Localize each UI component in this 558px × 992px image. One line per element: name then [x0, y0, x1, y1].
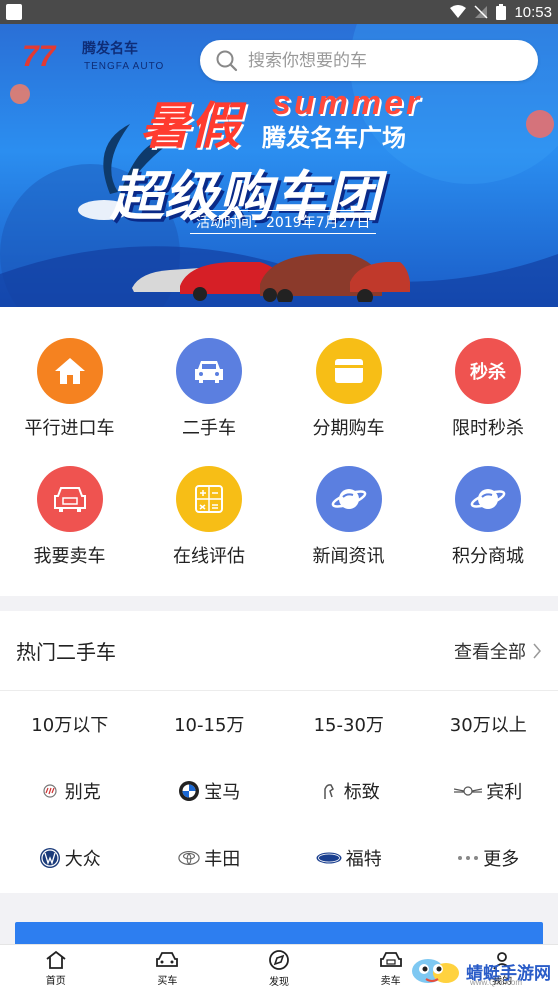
price-range-row: 10万以下 10-15万 15-30万 30万以上	[0, 691, 558, 757]
brand-toyota[interactable]: 丰田	[140, 825, 280, 891]
brand-more[interactable]: 更多	[419, 825, 558, 891]
tab-discover[interactable]: 发现	[223, 945, 335, 992]
category-installment[interactable]: 分期购车	[279, 338, 418, 440]
discover-icon	[269, 950, 289, 970]
section-title: 热门二手车	[16, 640, 116, 664]
car-icon	[176, 338, 242, 404]
brand-label: 宾利	[486, 782, 523, 803]
category-label: 限时秒杀	[452, 418, 524, 439]
sell-tab-icon	[379, 952, 402, 967]
notification-icon	[6, 4, 22, 20]
category-label: 积分商城	[452, 546, 524, 567]
volkswagen-logo-icon	[39, 847, 61, 869]
brand-ford[interactable]: 福特	[279, 825, 419, 891]
brand-row: 别克 宝马 标致 宾利	[0, 758, 558, 824]
brand-label: 丰田	[204, 849, 241, 870]
category-news[interactable]: 新闻资讯	[279, 466, 418, 568]
more-dots-icon	[457, 847, 479, 869]
brand-logo-sub: TENGFA AUTO	[84, 61, 165, 72]
card-icon	[315, 338, 382, 404]
brand-logo-name: 腾发名车	[82, 41, 138, 57]
brand-label: 宝马	[204, 782, 241, 803]
price-range-item[interactable]: 15-30万	[279, 691, 419, 757]
category-label: 二手车	[182, 418, 236, 439]
banner-headline: 暑假	[140, 97, 240, 155]
dragonfly-logo-icon	[412, 959, 459, 983]
peugeot-logo-icon	[318, 780, 340, 802]
category-points-mall[interactable]: 积分商城	[419, 466, 558, 568]
bmw-logo-icon	[178, 780, 200, 802]
hot-used-cars-section: 热门二手车 查看全部 10万以下 10-15万 15-30万 30万以上 别克 …	[0, 611, 558, 893]
toyota-logo-icon	[178, 847, 200, 869]
brand-peugeot[interactable]: 标致	[279, 758, 419, 824]
category-label: 在线评估	[173, 546, 245, 567]
planet-icon	[315, 466, 382, 532]
tab-label: 卖车	[380, 976, 401, 987]
price-range-item[interactable]: 10-15万	[140, 691, 280, 757]
brand-volkswagen[interactable]: 大众	[0, 825, 140, 891]
buick-logo-icon	[39, 780, 61, 802]
calculator-icon	[176, 466, 242, 532]
signal-icon	[474, 5, 488, 19]
brand-row: 大众 丰田 福特 更多	[0, 825, 558, 891]
chevron-right-icon	[533, 643, 541, 658]
category-flash-sale[interactable]: 秒杀 限时秒杀	[419, 338, 558, 440]
banner-date: 活动时间：2019年7月27日	[190, 210, 377, 234]
battery-icon	[496, 4, 507, 20]
tab-label: 首页	[45, 976, 66, 987]
brand-buick[interactable]: 别克	[0, 758, 140, 824]
tab-label: 买车	[157, 976, 178, 987]
tab-label: 发现	[268, 977, 289, 988]
ford-logo-icon	[316, 847, 342, 869]
banner-subtitle: 腾发名车广场	[262, 124, 406, 152]
brand-label: 更多	[483, 849, 520, 870]
flash-sale-icon: 秒杀	[455, 338, 521, 404]
bentley-logo-icon	[454, 780, 483, 802]
section-header: 热门二手车 查看全部	[0, 611, 558, 691]
view-all-label: 查看全部	[454, 641, 526, 663]
promo-banner[interactable]: 77 腾发名车 TENGFA AUTO 暑假 summer 腾发名车广场 超级购…	[0, 24, 558, 307]
brand-label: 别克	[64, 782, 101, 803]
brand-label: 福特	[345, 849, 382, 870]
site-watermark: 蜻蜓手游网 www.QT6.com	[410, 950, 558, 992]
home-icon	[36, 338, 103, 404]
category-label: 新闻资讯	[312, 546, 385, 567]
tab-home[interactable]: 首页	[0, 945, 112, 992]
category-parallel-import[interactable]: 平行进口车	[0, 338, 139, 440]
home-tab-icon	[46, 950, 66, 969]
brand-bmw[interactable]: 宝马	[140, 758, 280, 824]
watermark-sub: www.QT6.com	[470, 978, 523, 987]
category-online-appraisal[interactable]: 在线评估	[140, 466, 279, 568]
category-grid: 平行进口车 二手车 分期购车 秒杀 限时秒杀 我要卖车 在线评估 新闻资讯 积分…	[0, 307, 558, 596]
category-label: 我要卖车	[33, 546, 106, 567]
status-bar: 10:53	[0, 0, 558, 24]
category-sell-car[interactable]: 我要卖车	[0, 466, 139, 568]
search-input[interactable]	[248, 50, 508, 71]
brand-logo-mark: 77	[22, 40, 56, 73]
planet-icon	[455, 466, 521, 532]
status-time: 10:53	[514, 3, 552, 21]
buy-car-icon	[156, 952, 179, 967]
category-used-car[interactable]: 二手车	[140, 338, 279, 440]
sell-car-icon	[36, 466, 103, 532]
brand-label: 标致	[343, 782, 380, 803]
tab-buy-car[interactable]: 买车	[112, 945, 224, 992]
price-range-item[interactable]: 10万以下	[0, 691, 140, 757]
search-bar[interactable]	[200, 40, 538, 81]
cars-illustration	[132, 254, 410, 302]
category-label: 分期购车	[312, 418, 385, 439]
category-label: 平行进口车	[24, 418, 115, 439]
view-all-link[interactable]: 查看全部	[454, 638, 542, 664]
wifi-icon	[450, 5, 467, 18]
brand-label: 大众	[64, 849, 101, 870]
brand-bentley[interactable]: 宾利	[419, 758, 558, 824]
search-icon	[216, 50, 238, 71]
price-range-item[interactable]: 30万以上	[419, 691, 558, 757]
